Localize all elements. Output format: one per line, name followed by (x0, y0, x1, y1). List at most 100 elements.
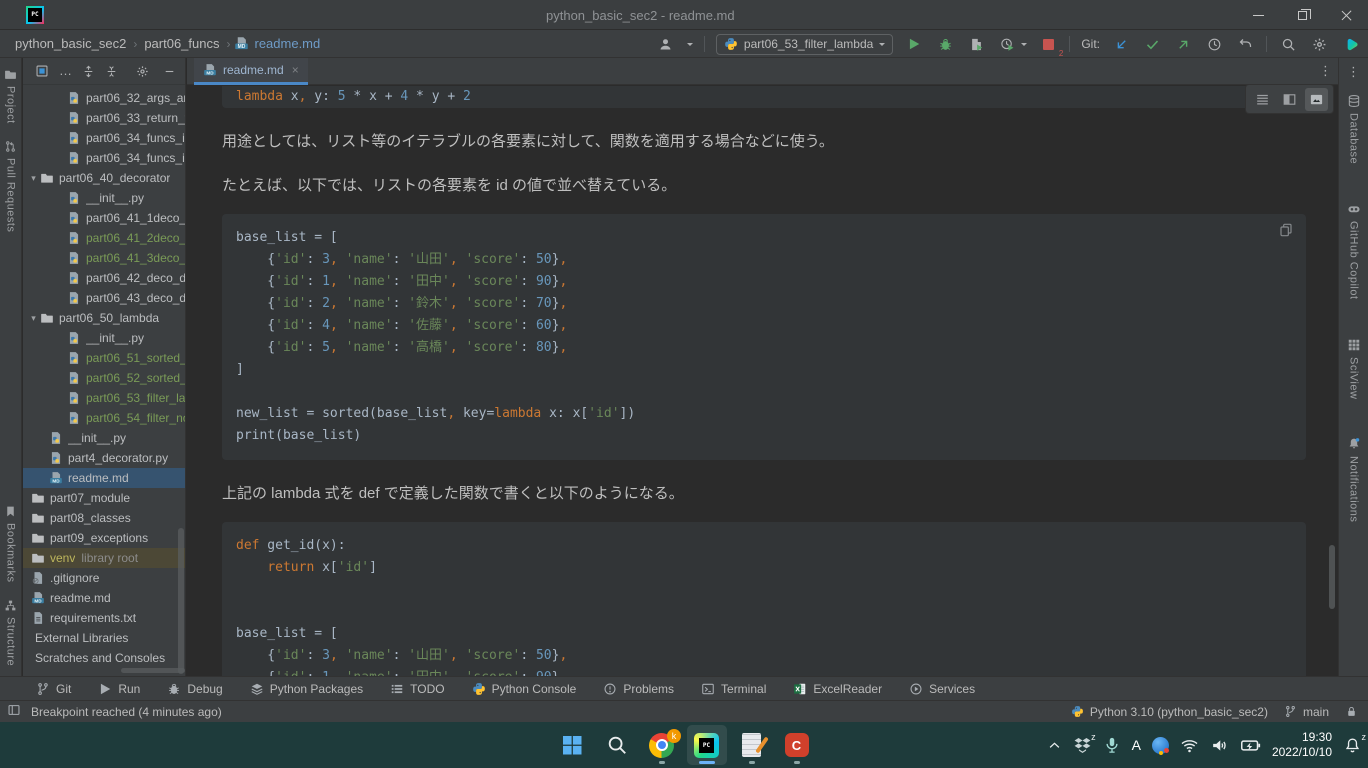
tool-window-button[interactable]: SciView (1347, 330, 1361, 407)
camtasia-taskbar-button[interactable]: C (777, 725, 817, 765)
search-everywh​ere-button[interactable] (1278, 34, 1298, 54)
tree-item[interactable]: part06_33_return_fu (23, 108, 185, 128)
menu-item[interactable] (102, 12, 120, 18)
tree-item[interactable]: part06_50_lambda (23, 308, 185, 328)
tool-window-button[interactable]: Python Console (472, 682, 577, 696)
tool-window-button[interactable]: Bookmarks (4, 497, 17, 591)
tree-item[interactable]: .gitignore (23, 568, 185, 588)
tool-window-button[interactable]: GitHub Copilot (1347, 194, 1361, 308)
tree-item[interactable]: part06_34_funcs_in_ (23, 148, 185, 168)
breadcrumb-root[interactable]: python_basic_sec2 (12, 35, 129, 52)
tree-item[interactable]: part06_42_deco_den (23, 268, 185, 288)
tree-item[interactable]: Scratches and Consoles (23, 648, 185, 668)
tool-window-button[interactable]: ExcelReader (793, 682, 882, 696)
project-tree-horizontal-scrollbar[interactable] (121, 668, 185, 673)
tree-item[interactable]: part06_34_funcs_in_ (23, 128, 185, 148)
git-branch-selector[interactable]: main (1284, 705, 1329, 719)
tree-item[interactable]: __init__.py (23, 328, 185, 348)
dropbox-icon[interactable]: z (1073, 736, 1092, 755)
tree-item[interactable]: part06_41_2deco_de (23, 228, 185, 248)
tree-item[interactable]: venv library root (23, 548, 185, 568)
taskbar-search-button[interactable] (597, 725, 637, 765)
user-account-icon[interactable] (656, 34, 676, 54)
chrome-taskbar-button[interactable]: k (642, 725, 682, 765)
view-mode-button[interactable] (1278, 88, 1301, 111)
menu-item[interactable] (146, 12, 164, 18)
chevron-expanded-icon[interactable] (27, 313, 40, 324)
project-tree-vertical-scrollbar[interactable] (178, 528, 184, 674)
volume-icon[interactable] (1210, 736, 1229, 755)
view-mode-button[interactable] (1305, 88, 1328, 111)
tree-item[interactable]: part06_41_3deco_de (23, 248, 185, 268)
menu-item[interactable] (278, 12, 296, 18)
tab-options-icon[interactable]: ⋮ (1319, 63, 1332, 79)
tree-item[interactable]: part09_exceptions (23, 528, 185, 548)
tree-item[interactable]: External Libraries (23, 628, 185, 648)
tree-item[interactable]: part06_41_1deco_de (23, 208, 185, 228)
tool-window-button[interactable]: Structure (4, 591, 17, 674)
tree-item[interactable]: part06_40_decorator (23, 168, 185, 188)
tool-window-button[interactable]: Terminal (701, 682, 766, 696)
breadcrumb-folder[interactable]: part06_funcs (141, 35, 222, 52)
profiler-button[interactable] (997, 34, 1017, 54)
interpreter-selector[interactable]: Python 3.10 (python_basic_sec2) (1071, 705, 1268, 719)
chevron-expanded-icon[interactable] (27, 173, 40, 184)
collapse-all-button[interactable] (105, 65, 118, 78)
pycharm-taskbar-button[interactable]: PC (687, 725, 727, 765)
update-project-button[interactable] (1111, 34, 1131, 54)
tool-window-button[interactable]: Project (4, 60, 17, 132)
tool-window-button[interactable]: Debug (167, 682, 222, 696)
tray-overflow-chevron-icon[interactable] (1047, 738, 1062, 753)
space-icon[interactable] (1340, 34, 1360, 54)
push-button[interactable] (1173, 34, 1193, 54)
tree-item[interactable]: part06_43_deco_den (23, 288, 185, 308)
stripe-options-icon[interactable]: ⋮ (1339, 64, 1368, 80)
minimize-button[interactable] (1236, 0, 1280, 30)
select-opened-file-button[interactable] (35, 64, 49, 78)
tree-item[interactable]: readme.md (23, 588, 185, 608)
tool-window-button[interactable]: Run (98, 682, 140, 696)
tree-item[interactable]: __init__.py (23, 428, 185, 448)
tool-window-button[interactable]: Git (36, 682, 71, 696)
tree-item[interactable]: part06_54_filter_non (23, 408, 185, 428)
tool-window-button[interactable]: Database (1347, 86, 1361, 172)
tree-item[interactable]: readme.md (23, 468, 185, 488)
history-button[interactable] (1204, 34, 1224, 54)
clock[interactable]: 19:30 2022/10/10 (1272, 730, 1332, 760)
ime-mode-indicator[interactable]: A (1132, 737, 1141, 753)
tool-window-switcher-icon[interactable] (7, 703, 21, 720)
run-button[interactable] (904, 34, 924, 54)
tab-readme[interactable]: readme.md × (194, 58, 308, 85)
tree-item[interactable]: part08_classes (23, 508, 185, 528)
view-mode-button[interactable] (1251, 88, 1274, 111)
tool-window-button[interactable]: TODO (390, 682, 444, 696)
start-button[interactable] (552, 725, 592, 765)
assistant-ball-icon[interactable] (1152, 737, 1169, 754)
tree-item[interactable]: part07_module (23, 488, 185, 508)
copy-code-button[interactable] (1278, 222, 1294, 242)
lock-icon[interactable] (1345, 705, 1358, 718)
menu-item[interactable] (168, 12, 186, 18)
settings-button[interactable] (1309, 34, 1329, 54)
debug-button[interactable] (935, 34, 955, 54)
editor-scrollbar[interactable] (1329, 545, 1335, 609)
hide-panel-button[interactable] (163, 65, 176, 78)
close-button[interactable] (1324, 0, 1368, 30)
menu-item[interactable] (212, 12, 230, 18)
menu-item[interactable] (58, 12, 76, 18)
notepad-taskbar-button[interactable] (732, 725, 772, 765)
tree-item[interactable]: part06_51_sorted_la (23, 348, 185, 368)
expand-all-button[interactable] (82, 65, 95, 78)
more-options-icon[interactable]: … (59, 66, 72, 76)
tool-window-button[interactable]: Pull Requests (4, 132, 17, 240)
commit-button[interactable] (1142, 34, 1162, 54)
microphone-icon[interactable] (1103, 736, 1121, 754)
notification-bell-icon[interactable]: z (1343, 736, 1362, 755)
wifi-icon[interactable] (1180, 736, 1199, 755)
tool-window-button[interactable]: Services (909, 682, 975, 696)
menu-item[interactable] (300, 12, 318, 18)
status-message[interactable]: Breakpoint reached (4 minutes ago) (31, 705, 222, 719)
menu-item[interactable] (190, 12, 208, 18)
tree-item[interactable]: part06_32_args_are_f (23, 88, 185, 108)
tree-item[interactable]: __init__.py (23, 188, 185, 208)
